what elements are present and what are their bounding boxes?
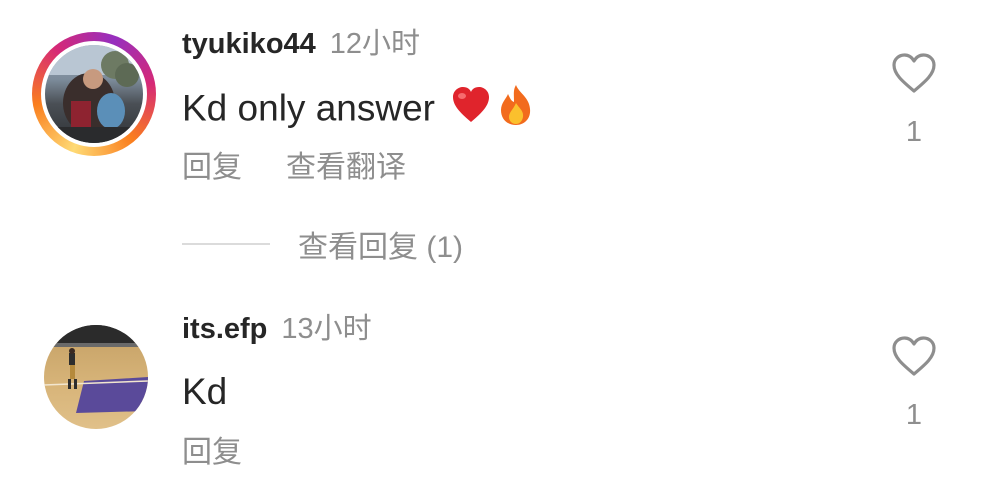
- avatar-photo-icon: [44, 325, 148, 413]
- timestamp: 12小时: [329, 28, 421, 60]
- reply-button[interactable]: 回复: [182, 151, 242, 184]
- comment-item: its.efp 13小时 Kd 回复 1: [0, 295, 1000, 491]
- username[interactable]: its.efp: [182, 313, 267, 345]
- like-column: 1: [888, 52, 940, 149]
- like-column: 1: [888, 335, 940, 432]
- comment-meta: tyukiko44 12小时: [182, 24, 862, 64]
- comment-item: tyukiko44 12小时 Kd only answer 回复 查看翻译 1 …: [0, 0, 1000, 264]
- heart-icon[interactable]: [888, 52, 940, 99]
- comment-body: its.efp 13小时 Kd 回复: [182, 309, 862, 473]
- reply-button[interactable]: 回复: [182, 436, 242, 469]
- comment-actions: 回复 查看翻译: [182, 148, 862, 188]
- see-translation-button[interactable]: 查看翻译: [286, 151, 406, 184]
- comment-text-content: Kd: [182, 371, 228, 412]
- divider: [182, 243, 270, 245]
- heart-icon[interactable]: [888, 335, 940, 382]
- like-count: 1: [905, 399, 923, 431]
- avatar-photo-icon: [45, 45, 143, 143]
- view-replies-label[interactable]: 查看回复 (1): [298, 222, 463, 266]
- comment-text-content: Kd only answer: [182, 87, 435, 129]
- timestamp: 13小时: [281, 313, 372, 345]
- avatar[interactable]: [44, 325, 148, 429]
- avatar-story-ring[interactable]: [32, 32, 156, 156]
- comment-actions: 回复: [182, 433, 862, 473]
- comment-text: Kd: [182, 369, 862, 415]
- comment-body: tyukiko44 12小时 Kd only answer 回复 查看翻译: [182, 24, 862, 188]
- avatar[interactable]: [41, 41, 147, 147]
- red-heart-icon: [451, 86, 491, 135]
- username[interactable]: tyukiko44: [182, 28, 316, 60]
- avatar-wrap[interactable]: [44, 325, 148, 429]
- fire-icon: [497, 84, 535, 137]
- like-count: 1: [905, 116, 923, 148]
- comment-meta: its.efp 13小时: [182, 309, 862, 349]
- comment-text: Kd only answer: [182, 84, 862, 130]
- view-replies-button[interactable]: 查看回复 (1): [182, 222, 463, 266]
